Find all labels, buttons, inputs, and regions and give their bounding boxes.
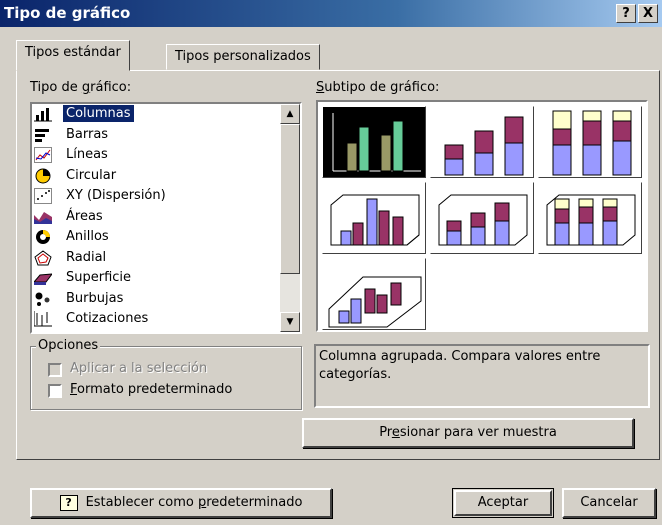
chart-type-item[interactable]: Burbujas	[32, 289, 300, 310]
chart-type-item[interactable]: Columnas	[32, 104, 300, 125]
scroll-up-button[interactable]: ▲	[280, 104, 300, 124]
chart-type-item-label: Líneas	[66, 147, 108, 162]
help-icon: ?	[59, 494, 78, 511]
scroll-thumb[interactable]	[280, 124, 300, 274]
options-legend: Opciones	[36, 338, 101, 353]
clustered-column-preview-icon	[332, 113, 421, 172]
set-default-button[interactable]: ? Establecer como predeterminado	[30, 488, 332, 518]
bar-chart-icon	[35, 128, 49, 142]
stacked-column-preview-icon	[444, 116, 524, 176]
surface-chart-icon	[34, 273, 52, 285]
title-bar: Tipo de gráfico ? X	[0, 0, 662, 27]
help-button[interactable]: ?	[616, 4, 636, 23]
subtype-stacked-column[interactable]	[430, 106, 534, 178]
stock-chart-icon	[34, 311, 52, 327]
3d-stacked-column-preview-icon	[438, 194, 528, 246]
options-group	[30, 346, 302, 410]
radar-chart-icon	[34, 249, 52, 265]
chart-type-item-label: Anillos	[66, 229, 109, 244]
tab-standard-types[interactable]: Tipos estándar	[16, 40, 130, 71]
chart-type-item-label: Áreas	[66, 208, 103, 224]
chart-type-item[interactable]: Cotizaciones	[32, 309, 300, 330]
area-chart-icon	[34, 211, 52, 224]
subtype-100-stacked-column[interactable]	[538, 106, 642, 178]
chart-type-item[interactable]: Superficie	[32, 268, 300, 289]
default-format-checkbox[interactable]	[48, 384, 62, 398]
chart-type-item[interactable]: Áreas	[32, 207, 300, 228]
apply-selection-checkbox[interactable]	[48, 363, 62, 377]
chart-type-item-label: Radial	[66, 249, 107, 265]
chart-type-item-label: Circular	[66, 167, 117, 183]
description-box: Columna agrupada. Compara valores entre …	[314, 344, 650, 408]
chart-type-item[interactable]: Circular	[32, 166, 300, 187]
chart-type-list[interactable]: Columnas Barras Líneas Circular XY (Dispersi…	[30, 102, 302, 334]
line-chart-icon	[34, 147, 52, 163]
chart-type-item[interactable]: Radial	[32, 248, 300, 269]
3d-clustered-column-preview-icon	[330, 194, 420, 246]
chart-type-item-label: Superficie	[66, 270, 132, 285]
stacked-100-column-preview-icon	[552, 110, 632, 176]
subtype-3d-column[interactable]	[322, 258, 426, 330]
doughnut-chart-icon	[36, 230, 50, 244]
bubble-chart-icon	[35, 292, 50, 306]
close-button[interactable]: X	[638, 4, 658, 23]
chart-type-item-label: Burbujas	[66, 290, 124, 306]
pie-chart-icon	[35, 168, 51, 183]
chart-type-item-label: Cotizaciones	[66, 311, 149, 326]
chart-type-item-label: Barras	[66, 126, 109, 142]
chart-type-item-label: XY (Dispersión)	[66, 188, 166, 203]
subtype-3d-stacked-column[interactable]	[430, 182, 534, 254]
tab-custom-types[interactable]: Tipos personalizados	[166, 44, 320, 70]
subtype-label: Subtipo de gráfico:	[316, 80, 440, 95]
column-chart-icon	[34, 108, 52, 122]
chart-type-item[interactable]: Barras	[32, 125, 300, 146]
chart-type-item[interactable]: Anillos	[32, 227, 300, 248]
cancel-button[interactable]: Cancelar	[562, 488, 656, 518]
chart-type-label: Tipo de gráfico:	[30, 80, 132, 95]
ok-button-label: Aceptar	[454, 490, 552, 516]
subtype-3d-clustered-column[interactable]	[322, 182, 426, 254]
window-title: Tipo de gráfico	[4, 4, 131, 22]
default-format-label: Formato predeterminado	[70, 382, 233, 397]
3d-stacked-100-column-preview-icon	[546, 194, 636, 246]
chart-type-item[interactable]: XY (Dispersión)	[32, 186, 300, 207]
scatter-chart-icon	[34, 188, 52, 204]
3d-column-preview-icon	[328, 276, 422, 328]
subtype-clustered-column[interactable]	[322, 106, 426, 178]
apply-selection-label: Aplicar a la selección	[70, 361, 208, 376]
preview-button[interactable]: Presionar para ver muestra	[302, 418, 634, 448]
chart-type-item-label: Columnas	[63, 105, 134, 122]
scroll-down-button[interactable]: ▼	[280, 312, 300, 332]
ok-button[interactable]: Aceptar	[452, 488, 554, 518]
subtype-3d-100-stacked-column[interactable]	[538, 182, 642, 254]
chart-type-item[interactable]: Líneas	[32, 145, 300, 166]
subtype-grid	[316, 100, 648, 332]
list-scrollbar[interactable]: ▲ ▼	[280, 104, 300, 332]
